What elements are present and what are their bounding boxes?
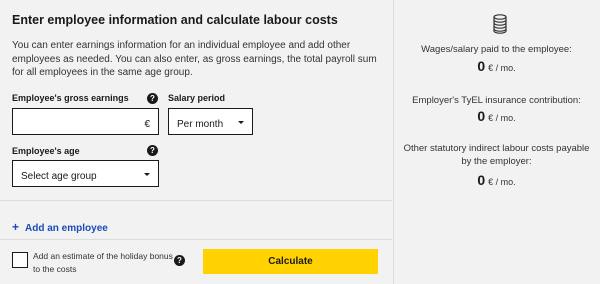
chevron-down-icon	[238, 121, 244, 124]
gross-earnings-help-icon[interactable]: ?	[147, 93, 158, 104]
calculate-button[interactable]: Calculate	[203, 249, 378, 274]
results-panel	[393, 0, 600, 284]
add-employee-link[interactable]: + Add an employee	[12, 220, 108, 234]
plus-icon: +	[12, 220, 20, 234]
coins-stack-icon	[493, 14, 507, 34]
tyel-amount: 0	[477, 108, 486, 124]
wages-value: 0 € / mo.	[393, 58, 600, 74]
holiday-bonus-checkbox[interactable]	[12, 252, 28, 268]
tyel-value: 0 € / mo.	[393, 108, 600, 124]
other-costs-label: Other statutory indirect labour costs pa…	[403, 143, 590, 167]
gross-earnings-label: Employee's gross earnings	[12, 93, 129, 103]
wages-unit: € / mo.	[488, 63, 516, 73]
salary-period-label: Salary period	[168, 93, 226, 103]
other-costs-unit: € / mo.	[488, 177, 516, 187]
wages-amount: 0	[477, 58, 486, 74]
salary-period-value: Per month	[177, 119, 224, 130]
form-intro: You can enter earnings information for a…	[12, 40, 377, 78]
holiday-bonus-label: Add an estimate of the holiday bonus to …	[33, 251, 173, 274]
add-employee-label: Add an employee	[25, 223, 108, 234]
chevron-down-icon	[144, 173, 150, 176]
divider	[0, 200, 392, 201]
form-title: Enter employee information and calculate…	[12, 13, 338, 27]
age-help-icon[interactable]: ?	[147, 145, 158, 156]
age-group-select[interactable]: Select age group	[12, 160, 159, 187]
wages-label: Wages/salary paid to the employee:	[421, 44, 572, 55]
tyel-label: Employer's TyEL insurance contribution:	[412, 95, 581, 106]
tyel-unit: € / mo.	[488, 113, 516, 123]
age-group-value: Select age group	[21, 171, 97, 182]
calculator-form-panel: Enter employee information and calculate…	[0, 0, 392, 284]
other-costs-amount: 0	[477, 172, 486, 188]
euro-unit: €	[144, 119, 150, 130]
age-label: Employee's age	[12, 146, 80, 156]
salary-period-select[interactable]: Per month	[168, 108, 253, 135]
holiday-bonus-help-icon[interactable]: ?	[174, 255, 185, 266]
divider	[0, 239, 392, 240]
gross-earnings-input[interactable]: €	[12, 108, 159, 135]
other-costs-value: 0 € / mo.	[393, 172, 600, 188]
